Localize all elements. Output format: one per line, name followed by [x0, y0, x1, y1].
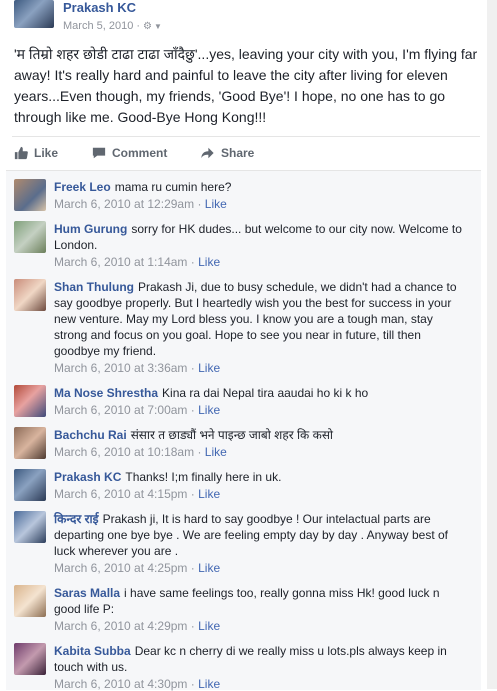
post-body-text: 'म तिम्रो शहर छोडी टाढा टाढा जाँदैछु'...…	[14, 46, 478, 125]
comment-text: Bachchu Rai संसार त छाड्यौं भने पाइन्छ जा…	[54, 427, 464, 443]
comment-text: Prakash KC Thanks! I;m finally here in uk…	[54, 469, 464, 485]
comment-like-link[interactable]: Like	[198, 361, 220, 375]
share-arrow-icon	[201, 147, 214, 159]
commenter-avatar[interactable]	[14, 511, 46, 543]
comment-like-link[interactable]: Like	[198, 561, 220, 575]
comment-like-link[interactable]: Like	[198, 619, 220, 633]
commenter-avatar[interactable]	[14, 427, 46, 459]
comment-meta: March 6, 2010 at 10:18am · Like	[54, 445, 227, 459]
meta-separator: ·	[197, 445, 202, 459]
comment-text: Freek Leo mama ru cumin here?	[54, 179, 464, 195]
meta-separator: ·	[190, 361, 195, 375]
gear-icon[interactable]: ⚙	[143, 21, 152, 32]
comment-like-link[interactable]: Like	[198, 487, 220, 501]
comment-time[interactable]: March 6, 2010 at 1:14am	[54, 255, 187, 269]
commenter-avatar[interactable]	[14, 643, 46, 675]
scrollbar[interactable]	[487, 0, 497, 689]
comment-body: Kina ra dai Nepal tira aaudai ho ki k ho	[162, 386, 369, 400]
comment-meta: March 6, 2010 at 12:29am · Like	[54, 197, 227, 211]
facebook-post: Prakash KC March 5, 2010 · ⚙ ▼ 'म तिम्रो शह…	[0, 0, 497, 691]
commenter-name[interactable]: Freek Leo	[54, 180, 111, 194]
comment-text: किन्दर राई Prakash ji, It is hard to say …	[54, 511, 464, 559]
comment-text: Kabita Subba Dear kc n cherry di we reall…	[54, 643, 464, 675]
commenter-name[interactable]: Hum Gurung	[54, 222, 127, 236]
commenter-name[interactable]: Shan Thulung	[54, 280, 134, 294]
like-label: Like	[34, 146, 59, 160]
chevron-down-icon[interactable]: ▼	[154, 22, 162, 31]
comment-body: Prakash ji, It is hard to say goodbye ! …	[54, 512, 449, 558]
comment-meta: March 6, 2010 at 3:36am · Like	[54, 361, 220, 375]
commenter-name[interactable]: Kabita Subba	[54, 644, 131, 658]
comment-meta: March 6, 2010 at 1:14am · Like	[54, 255, 220, 269]
comment-body: Thanks! I;m finally here in uk.	[125, 470, 282, 484]
meta-separator: ·	[190, 403, 195, 417]
commenter-avatar[interactable]	[14, 469, 46, 501]
comment-button[interactable]: Comment	[92, 146, 167, 160]
like-button[interactable]: Like	[14, 146, 58, 160]
commenter-avatar[interactable]	[14, 179, 46, 211]
post-author-name[interactable]: Prakash KC	[63, 0, 136, 15]
comment-body: संसार त छाड्यौं भने पाइन्छ जाबो शहर कि क…	[130, 428, 334, 442]
comment-time[interactable]: March 6, 2010 at 7:00am	[54, 403, 187, 417]
commenter-name[interactable]: Ma Nose Shrestha	[54, 386, 158, 400]
share-label: Share	[221, 146, 255, 160]
commenter-avatar[interactable]	[14, 221, 46, 253]
comment-like-link[interactable]: Like	[198, 403, 220, 417]
post-date[interactable]: March 5, 2010	[63, 20, 133, 32]
meta-separator: ·	[190, 561, 195, 575]
comment-like-link[interactable]: Like	[205, 445, 227, 459]
post-meta: March 5, 2010 · ⚙ ▼	[63, 20, 162, 32]
comment-body: mama ru cumin here?	[114, 180, 232, 194]
comment-meta: March 6, 2010 at 4:15pm · Like	[54, 487, 220, 501]
commenter-avatar[interactable]	[14, 585, 46, 617]
meta-separator: ·	[136, 20, 140, 32]
comment-like-link[interactable]: Like	[198, 255, 220, 269]
commenter-name[interactable]: Bachchu Rai	[54, 428, 127, 442]
share-button[interactable]: Share	[200, 146, 254, 160]
comment-meta: March 6, 2010 at 4:29pm · Like	[54, 619, 220, 633]
comment-time[interactable]: March 6, 2010 at 4:25pm	[54, 561, 187, 575]
comment-like-link[interactable]: Like	[205, 197, 227, 211]
meta-separator: ·	[190, 487, 195, 501]
comment-time[interactable]: March 6, 2010 at 10:18am	[54, 445, 194, 459]
meta-separator: ·	[197, 197, 202, 211]
comment-meta: March 6, 2010 at 4:25pm · Like	[54, 561, 220, 575]
commenter-name[interactable]: Saras Malla	[54, 586, 120, 600]
author-avatar[interactable]	[14, 0, 54, 28]
meta-separator: ·	[190, 255, 195, 269]
comment-text: Saras Malla i have same feelings too, rea…	[54, 585, 464, 617]
comment-meta: March 6, 2010 at 7:00am · Like	[54, 403, 220, 417]
thumbs-up-icon	[14, 146, 28, 160]
comment-text: Ma Nose Shrestha Kina ra dai Nepal tira a…	[54, 385, 464, 401]
comment-label: Comment	[112, 146, 168, 160]
commenter-name[interactable]: किन्दर राई	[54, 512, 99, 526]
comment-time[interactable]: March 6, 2010 at 3:36am	[54, 361, 187, 375]
speech-bubble-icon	[92, 147, 106, 159]
comments-section: Freek Leo mama ru cumin here? March 6, 20…	[6, 170, 481, 691]
commenter-avatar[interactable]	[14, 385, 46, 417]
comment-text: Hum Gurung sorry for HK dudes... but welc…	[54, 221, 464, 253]
meta-separator: ·	[190, 619, 195, 633]
comment-text: Shan Thulung Prakash Ji, due to busy sche…	[54, 279, 464, 359]
post-actions: Like Comment Share	[12, 137, 480, 169]
comment-time[interactable]: March 6, 2010 at 12:29am	[54, 197, 194, 211]
commenter-name[interactable]: Prakash KC	[54, 470, 121, 484]
comment-time[interactable]: March 6, 2010 at 4:15pm	[54, 487, 187, 501]
post-header: Prakash KC March 5, 2010 · ⚙ ▼	[0, 0, 497, 38]
commenter-avatar[interactable]	[14, 279, 46, 311]
comment-time[interactable]: March 6, 2010 at 4:29pm	[54, 619, 187, 633]
